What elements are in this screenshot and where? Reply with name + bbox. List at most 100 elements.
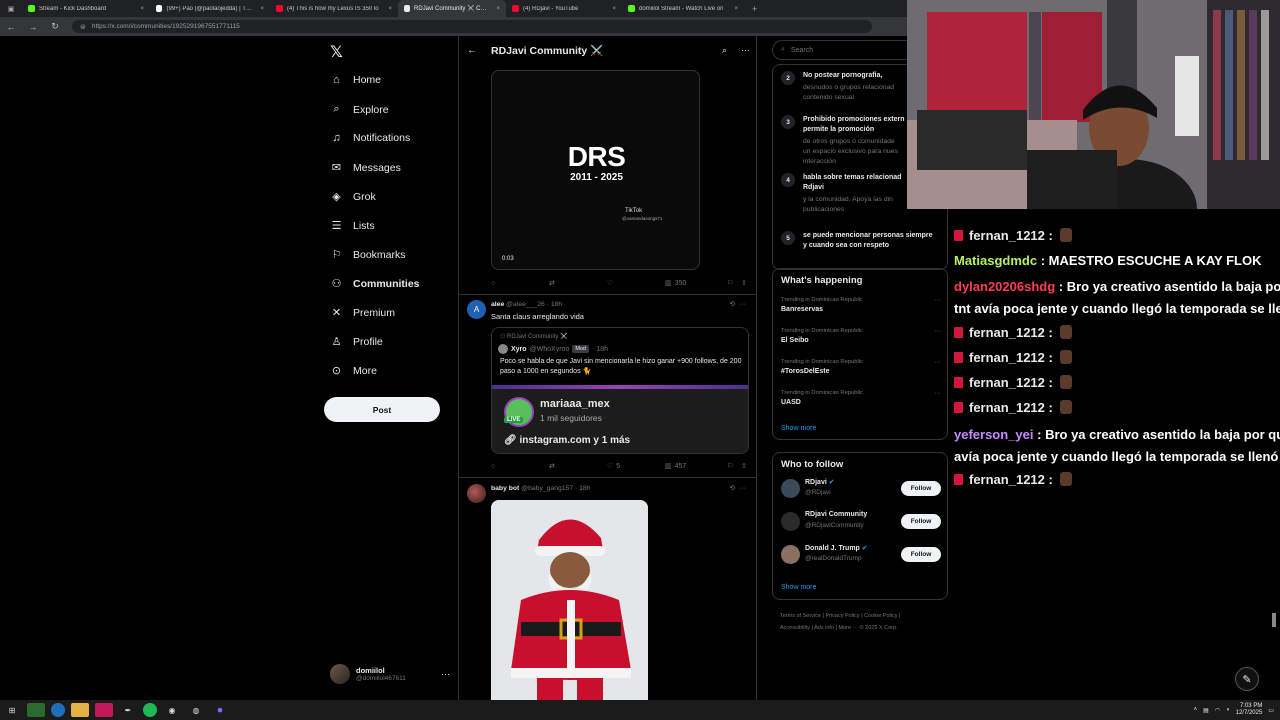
start-menu-icon[interactable]: ⊞	[3, 703, 21, 717]
clock[interactable]: 7:03 PM 12/7/2025	[1236, 703, 1263, 717]
bookmark-icon[interactable]: ⚐	[727, 279, 741, 287]
reply-icon[interactable]: ○	[491, 463, 549, 470]
like-stat[interactable]: ♡ 5	[607, 462, 665, 471]
new-tab-button[interactable]: +	[744, 4, 765, 14]
more-icon[interactable]: ···	[934, 328, 941, 335]
quoted-post[interactable]: ⚇ RDJavi Community ⚔️ Xyro @WhoXyroo Mod…	[491, 327, 749, 454]
reply-icon[interactable]: ○	[491, 280, 549, 287]
repost-icon[interactable]: ⇄	[549, 279, 607, 287]
nav-item-communities[interactable]: ⚇ Communities	[330, 277, 420, 291]
nav-item-grok[interactable]: ◈ Grok	[330, 190, 376, 204]
edge-icon[interactable]	[51, 703, 65, 717]
like-icon[interactable]: ♡	[607, 279, 665, 287]
trend-item[interactable]: Trending in Dominican Republic UASD ···	[781, 390, 941, 406]
repost-icon[interactable]: ⇄	[549, 462, 607, 470]
address-bar[interactable]: ⊜ https://x.com/i/communities/1925291967…	[72, 20, 872, 33]
nav-item-bookmarks[interactable]: ⚐ Bookmarks	[330, 248, 406, 262]
wifi-icon[interactable]: ◠	[1215, 707, 1220, 714]
file-explorer-icon[interactable]	[71, 703, 89, 717]
more-icon[interactable]: ···	[741, 45, 750, 55]
more-icon[interactable]: ···	[739, 485, 746, 492]
avatar[interactable]: A	[467, 300, 486, 319]
nav-item-explore[interactable]: ⌕ Explore	[330, 103, 388, 116]
chat-separator: :	[1033, 426, 1046, 442]
footer-line[interactable]: Accessibility | Ads info | More ··· © 20…	[780, 622, 950, 634]
nav-item-more[interactable]: ⊙ More	[330, 364, 377, 378]
verified-icon: ✔	[826, 479, 835, 486]
avatar[interactable]	[467, 484, 486, 503]
author-name[interactable]: alee	[491, 301, 504, 308]
back-arrow-icon[interactable]: ←	[467, 45, 477, 56]
site-info-icon[interactable]: ⊜	[80, 23, 86, 31]
trend-item[interactable]: Trending in Dominican Republic #TorosDelE…	[781, 359, 941, 375]
forward-icon[interactable]: →	[22, 22, 44, 32]
x-logo-icon[interactable]: 𝕏	[330, 42, 343, 62]
more-dots-icon[interactable]: ···	[441, 669, 450, 679]
browser-tab[interactable]: (4) This is how my Lexus IS 350 lo ×	[270, 0, 398, 17]
spotify-icon[interactable]	[143, 703, 157, 717]
close-icon[interactable]: ×	[608, 6, 616, 12]
nav-item-messages[interactable]: ✉ Messages	[330, 161, 401, 175]
close-icon[interactable]: ×	[256, 6, 264, 12]
browser-tab[interactable]: domiilol Stream - Watch Live on ×	[622, 0, 744, 17]
grok-icon[interactable]: ⟲	[729, 301, 735, 308]
views-stat[interactable]: ▥ 350	[665, 279, 727, 288]
video-player[interactable]: DRS 2011 - 2025 TikTok @oamandasongs71 0…	[491, 70, 700, 270]
grok-icon[interactable]: ⟲	[729, 485, 735, 492]
follow-button[interactable]: Follow	[901, 514, 941, 529]
chat-separator: :	[1044, 324, 1057, 340]
nav-item-profile[interactable]: ♙ Profile	[330, 335, 383, 349]
obs-icon[interactable]: ◉	[163, 703, 181, 717]
window-menu-icon[interactable]: ▣	[0, 5, 22, 13]
close-icon[interactable]: ×	[384, 6, 392, 12]
quote-image[interactable]: LIVE mariaaa_mex 1 mil seguidores 🔗︎ ins…	[492, 385, 748, 453]
tray-icon[interactable]: ▤	[1203, 707, 1209, 714]
more-icon[interactable]: ···	[934, 297, 941, 304]
compose-icon[interactable]: ✎	[1235, 667, 1259, 691]
account-switcher[interactable]: domiilol @domiilol467611 ···	[330, 664, 450, 684]
more-icon[interactable]: ···	[934, 359, 941, 366]
browser-tab[interactable]: Stream - Kick Dashboard ×	[22, 0, 150, 17]
author-name[interactable]: baby bot	[491, 485, 519, 492]
search-icon[interactable]: ⌕	[722, 45, 727, 56]
show-more-link[interactable]: Show more	[781, 425, 816, 432]
post-button[interactable]: Post	[324, 397, 440, 422]
nav-item-lists[interactable]: ☰ Lists	[330, 219, 375, 233]
reload-icon[interactable]: ↻	[44, 21, 66, 32]
bookmark-icon[interactable]: ⚐	[727, 462, 741, 470]
show-more-link[interactable]: Show more	[781, 584, 816, 591]
trend-item[interactable]: Trending in Dominican Republic Banreserva…	[781, 297, 941, 313]
chevron-up-icon[interactable]: ˄	[1194, 707, 1198, 713]
browser-tab[interactable]: (4) RDjavi - YouTube ×	[506, 0, 622, 17]
follow-button[interactable]: Follow	[901, 547, 941, 562]
pen-icon[interactable]: ✒	[119, 703, 137, 717]
trend-item[interactable]: Trending in Dominican Republic El Seibo ··…	[781, 328, 941, 344]
santa-image[interactable]	[491, 500, 648, 700]
views-stat[interactable]: ▥ 457	[665, 462, 727, 471]
follow-suggestion[interactable]: RDjavi ✔ @RDjavi Follow	[781, 477, 941, 501]
close-icon[interactable]: ×	[492, 6, 500, 12]
app-icon[interactable]	[27, 703, 45, 717]
more-icon[interactable]: ···	[739, 301, 746, 308]
share-icon[interactable]: ⇧	[741, 462, 747, 470]
footer-line[interactable]: Terms of Service | Privacy Policy | Cook…	[780, 610, 950, 622]
app-icon[interactable]	[95, 703, 113, 717]
browser-icon[interactable]: ◍	[187, 703, 205, 717]
share-icon[interactable]: ⇧	[741, 279, 747, 287]
nav-item-notifications[interactable]: ♫ Notifications	[330, 132, 410, 144]
browser-tab[interactable]: (99+) Pao (@paolaojedda) | TikTok ×	[150, 0, 270, 17]
volume-icon[interactable]: ◖	[1226, 707, 1230, 713]
close-icon[interactable]: ×	[136, 6, 144, 12]
nav-item-home[interactable]: ⌂ Home	[330, 74, 381, 86]
follow-suggestion[interactable]: Donald J. Trump ✔ @realDonaldTrump Follow	[781, 543, 941, 567]
scrollbar-thumb[interactable]	[1272, 613, 1276, 627]
close-icon[interactable]: ×	[730, 6, 738, 12]
nav-item-premium[interactable]: ✕ Premium	[330, 306, 395, 320]
follow-button[interactable]: Follow	[901, 481, 941, 496]
notification-icon[interactable]: ▭	[1268, 707, 1274, 714]
follow-suggestion[interactable]: RDjavi Community @RDjaviCommunity Follow	[781, 510, 941, 534]
more-icon[interactable]: ···	[934, 390, 941, 397]
browser-tab[interactable]: RDJavi Community ⚔️ Commun×	[398, 0, 506, 17]
discord-icon[interactable]: ✸	[211, 703, 229, 717]
back-icon[interactable]: ←	[0, 22, 22, 32]
